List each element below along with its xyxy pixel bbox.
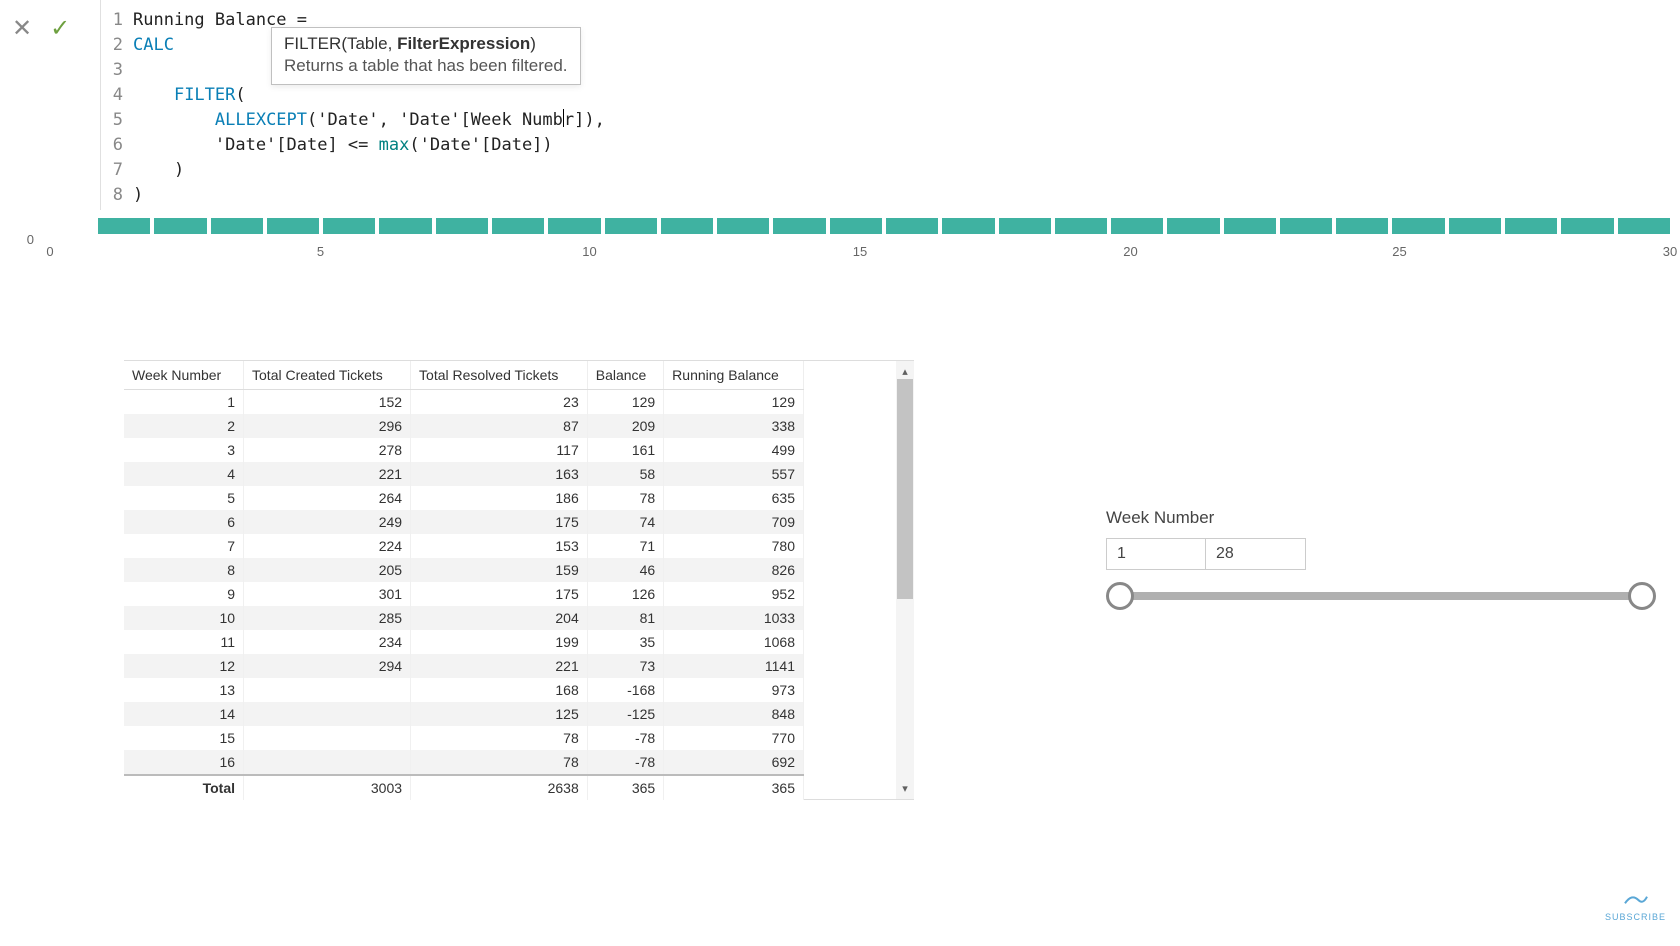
x-tick: 30 — [1663, 244, 1677, 259]
table-row[interactable]: 115223129129 — [124, 390, 804, 415]
chart-bar[interactable] — [267, 218, 319, 234]
chart-bar[interactable] — [1505, 218, 1557, 234]
subscribe-icon — [1621, 890, 1649, 910]
chart-x-axis: 051015202530 — [50, 244, 1670, 264]
chart-bar[interactable] — [830, 218, 882, 234]
chart-bar[interactable] — [1392, 218, 1444, 234]
slicer-handle-left[interactable] — [1106, 582, 1134, 610]
table-row[interactable]: 3278117161499 — [124, 438, 804, 462]
col-created-tickets[interactable]: Total Created Tickets — [244, 361, 411, 390]
chart-bar[interactable] — [1561, 218, 1613, 234]
col-running-balance[interactable]: Running Balance — [664, 361, 804, 390]
line-numbers: 1 2 3 4 5 6 7 8 — [101, 8, 129, 208]
scroll-thumb[interactable] — [897, 379, 913, 599]
table-scrollbar[interactable]: ▴ ▾ — [896, 361, 914, 799]
table-row[interactable]: 624917574709 — [124, 510, 804, 534]
commit-icon[interactable]: ✓ — [50, 14, 70, 43]
chart-bar[interactable] — [436, 218, 488, 234]
intellisense-tooltip: FILTER(Table, FilterExpression) Returns … — [271, 27, 581, 85]
chart-bar[interactable] — [773, 218, 825, 234]
chart-bar[interactable] — [886, 218, 938, 234]
chart-bar[interactable] — [548, 218, 600, 234]
col-resolved-tickets[interactable]: Total Resolved Tickets — [411, 361, 588, 390]
table-row[interactable]: 820515946826 — [124, 558, 804, 582]
text-cursor — [563, 109, 564, 127]
scroll-down-icon[interactable]: ▾ — [902, 778, 908, 799]
formula-bar: ✕ ✓ 1 2 3 4 5 6 7 8 Running Balance = CA… — [0, 0, 1680, 210]
chart-bar[interactable] — [1055, 218, 1107, 234]
chart-bar[interactable] — [1280, 218, 1332, 234]
chart-bar[interactable] — [1449, 218, 1501, 234]
data-table[interactable]: Week Number Total Created Tickets Total … — [124, 361, 804, 800]
x-tick: 5 — [317, 244, 324, 259]
col-balance[interactable]: Balance — [587, 361, 663, 390]
chart-bar[interactable] — [1224, 218, 1276, 234]
table-total-row: Total 3003 2638 365 365 — [124, 775, 804, 800]
table-row[interactable]: 10285204811033 — [124, 606, 804, 630]
slicer-title: Week Number — [1106, 508, 1656, 528]
chart-bar[interactable] — [492, 218, 544, 234]
table-row[interactable]: 526418678635 — [124, 486, 804, 510]
x-tick: 20 — [1123, 244, 1137, 259]
chart-bar[interactable] — [154, 218, 206, 234]
chart-bar[interactable] — [1618, 218, 1670, 234]
table-row[interactable]: 14125-125848 — [124, 702, 804, 726]
cancel-icon[interactable]: ✕ — [12, 14, 32, 43]
table-row[interactable]: 11234199351068 — [124, 630, 804, 654]
chart-bar[interactable] — [1336, 218, 1388, 234]
chart-bar[interactable] — [605, 218, 657, 234]
chart-bar[interactable] — [211, 218, 263, 234]
table-row[interactable]: 12294221731141 — [124, 654, 804, 678]
table-row[interactable]: 422116358557 — [124, 462, 804, 486]
y-tick-0: 0 — [27, 232, 34, 247]
data-table-visual[interactable]: Week Number Total Created Tickets Total … — [124, 360, 914, 800]
chart-bar[interactable] — [717, 218, 769, 234]
table-row[interactable]: 1678-78692 — [124, 750, 804, 775]
x-tick: 10 — [582, 244, 596, 259]
formula-controls: ✕ ✓ — [0, 0, 100, 210]
table-header-row[interactable]: Week Number Total Created Tickets Total … — [124, 361, 804, 390]
chart-bar[interactable] — [323, 218, 375, 234]
slicer-max-input[interactable] — [1206, 538, 1306, 570]
bar-chart[interactable] — [98, 218, 1670, 238]
formula-editor[interactable]: 1 2 3 4 5 6 7 8 Running Balance = CALC F… — [100, 0, 620, 210]
chart-bar[interactable] — [1167, 218, 1219, 234]
table-row[interactable]: 13168-168973 — [124, 678, 804, 702]
table-row[interactable]: 9301175126952 — [124, 582, 804, 606]
chart-bar[interactable] — [98, 218, 150, 234]
slicer-track[interactable] — [1120, 592, 1642, 600]
slicer-min-input[interactable] — [1106, 538, 1206, 570]
chart-bar[interactable] — [379, 218, 431, 234]
x-tick: 0 — [46, 244, 53, 259]
x-tick: 25 — [1392, 244, 1406, 259]
x-tick: 15 — [853, 244, 867, 259]
week-number-slicer[interactable]: Week Number — [1106, 508, 1656, 600]
slicer-handle-right[interactable] — [1628, 582, 1656, 610]
table-row[interactable]: 1578-78770 — [124, 726, 804, 750]
chart-bar[interactable] — [661, 218, 713, 234]
table-row[interactable]: 722415371780 — [124, 534, 804, 558]
table-row[interactable]: 229687209338 — [124, 414, 804, 438]
chart-bar[interactable] — [942, 218, 994, 234]
chart-bar[interactable] — [1111, 218, 1163, 234]
chart-bar[interactable] — [999, 218, 1051, 234]
subscribe-watermark: SUBSCRIBE — [1605, 890, 1666, 922]
col-week-number[interactable]: Week Number — [124, 361, 244, 390]
